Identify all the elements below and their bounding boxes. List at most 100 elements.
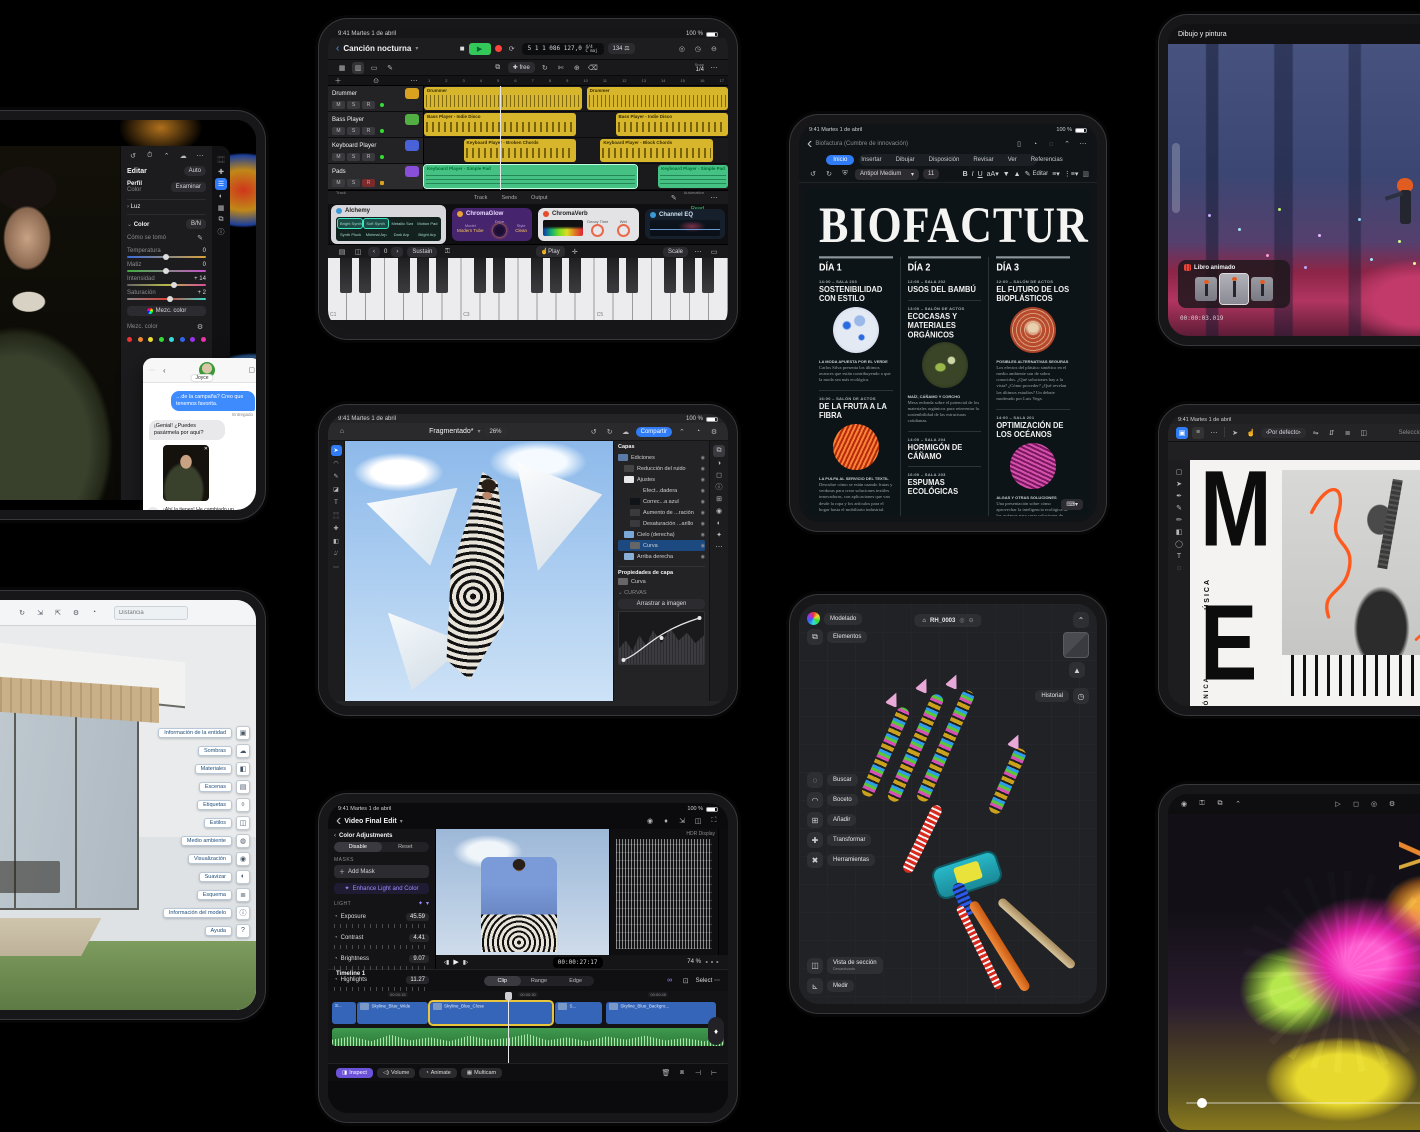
skip-fwd-icon[interactable]: ▮› — [463, 959, 468, 966]
back-icon[interactable]: ‹ — [336, 812, 341, 830]
panel-icon[interactable]: ⓘ — [236, 906, 250, 920]
slider-vibrance[interactable]: Intensidad+ 14 — [127, 276, 206, 286]
align-button[interactable]: ≡▾ — [1052, 170, 1060, 178]
share-icon[interactable]: ⌃ — [161, 150, 173, 162]
multicam-button[interactable]: ▦ Multicam — [461, 1068, 502, 1078]
preset-cycler[interactable]: ‹ Por defecto › — [1261, 428, 1306, 438]
layers-icon[interactable]: ≡ — [1192, 427, 1204, 439]
zoom-tool-icon[interactable]: ◌ — [1173, 562, 1185, 574]
pencil-tool-icon[interactable]: ✏ — [1173, 514, 1185, 526]
play-icon[interactable]: ▶ — [453, 958, 458, 966]
panel-button[interactable]: Sombras ☁ — [198, 744, 250, 758]
fill-tool-icon[interactable]: ◧ — [1173, 526, 1185, 538]
timeline-name[interactable]: Timeline 1 — [336, 971, 365, 977]
timeline-clip[interactable]: S... — [332, 1002, 356, 1024]
crop-tool-icon[interactable]: ⿴ — [331, 510, 342, 521]
pointer-tool-icon[interactable]: ➤ — [1229, 427, 1241, 439]
solo-button[interactable]: S — [347, 127, 360, 135]
timeline-clip[interactable]: Skyline_Blue_Wide — [357, 1002, 428, 1024]
panel-button[interactable]: Medio ambiente ◍ — [181, 834, 250, 848]
tuner-icon[interactable]: ◎ — [676, 43, 688, 55]
add-icon[interactable]: ⊞ — [713, 493, 725, 505]
panel-back-icon[interactable]: ‹ — [334, 833, 336, 839]
slider-saturation[interactable]: Saturación+ 2 — [127, 290, 206, 300]
ribbon-tab[interactable]: Referencias — [1024, 155, 1070, 165]
split-right-icon[interactable]: ⊢ — [708, 1067, 720, 1079]
poster-letter-m[interactable]: M — [1200, 468, 1268, 552]
octave-down-button[interactable]: ‹ — [368, 247, 380, 257]
solo-button[interactable]: S — [347, 153, 360, 161]
brush-tool-icon[interactable]: ✎ — [1173, 502, 1185, 514]
history-icon[interactable]: ⏱ — [144, 150, 156, 162]
piano-keyboard[interactable]: C1 C3 C5 — [328, 258, 728, 320]
browser-icon[interactable]: ▦ — [336, 62, 348, 74]
add-mask-button[interactable]: ＋ Add Mask — [334, 865, 429, 878]
plugin-chromaverb[interactable]: ChromaVerb Decay Time Wet — [538, 208, 639, 241]
add-attachment-button[interactable]: + — [147, 507, 159, 510]
tips-icon[interactable]: ◔ — [1029, 138, 1041, 150]
zoom-chip[interactable]: 26% — [485, 427, 507, 437]
eyedropper-tool-icon[interactable]: ⌰ — [331, 549, 342, 560]
search-icon[interactable]: ◌ — [1045, 138, 1057, 150]
automation-icon[interactable]: ✎ — [384, 62, 396, 74]
viewer[interactable] — [436, 829, 609, 955]
panel-icon[interactable]: ◫ — [236, 816, 250, 830]
back-icon[interactable]: ‹ — [336, 43, 339, 54]
panel-icon[interactable]: ◐ — [236, 870, 250, 884]
mute-button[interactable]: M — [332, 127, 345, 135]
fx-icon[interactable]: ✦ — [713, 529, 725, 541]
lcd-display[interactable]: 5 1 1 086 127,0 4/4 C maj — [522, 43, 604, 55]
edit-mode-tab[interactable]: Edge — [557, 976, 594, 986]
edit-mode-tab[interactable]: Clip — [484, 976, 521, 986]
view-cube[interactable] — [1063, 632, 1089, 658]
record-enable-button[interactable]: R — [362, 127, 375, 135]
region[interactable]: Bass Player - Indie Disco — [616, 113, 728, 136]
robotic-hand-model[interactable] — [839, 674, 1077, 964]
adjust-icon[interactable]: ◑ — [713, 457, 725, 469]
split-icon[interactable]: ◫ — [352, 246, 364, 258]
inspector-tabs[interactable]: TrackSendsOutput — [465, 194, 553, 202]
back-icon[interactable]: ‹ — [163, 366, 166, 375]
model-value[interactable]: Modern Tube — [457, 228, 484, 233]
document-pill[interactable]: ⌂ RH_0003 ◎ ⊖ — [914, 614, 981, 627]
edit-icon[interactable]: ☰ — [215, 178, 227, 190]
layers-icon[interactable]: ⧉ — [1214, 798, 1226, 810]
undo-icon[interactable]: ↺ — [807, 168, 819, 180]
ribbon-tab[interactable]: Dibujar — [889, 155, 922, 165]
ribbon-tab[interactable]: Revisar — [966, 155, 1000, 165]
panel-button[interactable]: Esquema ≣ — [197, 888, 250, 902]
plugin-alchemy[interactable]: Alchemy Bright SynthSoft SynthMetallic S… — [331, 205, 446, 244]
italic-button[interactable]: I — [972, 171, 974, 178]
scale-button[interactable]: Scale — [663, 247, 688, 257]
timeline-clip-selected[interactable]: Skyline_Blue_Close — [430, 1002, 552, 1024]
play-button[interactable]: ▶ — [469, 43, 491, 55]
settings-icon[interactable]: ⚙ — [708, 426, 720, 438]
track-header-pads[interactable]: Pads MSR — [328, 164, 424, 189]
boolean-icon[interactable]: ◫ — [1358, 427, 1370, 439]
record-icon[interactable]: ◉ — [1178, 798, 1190, 810]
eraser-tool-icon[interactable]: ◪ — [331, 484, 342, 495]
record-enable-button[interactable]: R — [362, 179, 375, 187]
add-track-icon[interactable]: ＋ — [332, 75, 344, 87]
song-title[interactable]: Canción nocturna — [343, 44, 411, 53]
timeline-playhead[interactable] — [508, 997, 509, 1063]
layer-row-selected[interactable]: Curva◉ — [618, 540, 705, 551]
trash-icon[interactable]: 🗑 — [660, 1067, 672, 1079]
panel-icon[interactable]: ▣ — [236, 726, 250, 740]
select-button[interactable]: Seleccionar — [1399, 430, 1420, 436]
project-title[interactable]: Video Final Edit — [344, 818, 396, 825]
highlight-button[interactable]: ▼ — [1003, 171, 1010, 178]
select-mode[interactable]: Select ⋯ — [696, 977, 720, 984]
settings-icon[interactable]: ⚙ — [194, 321, 206, 333]
project-menu-icon[interactable]: ▾ — [400, 818, 403, 825]
octave-up-button[interactable]: › — [391, 247, 403, 257]
minimize-icon[interactable]: ⊖ — [708, 43, 720, 55]
more-icon[interactable]: ⋯ — [708, 62, 720, 74]
alchemy-preset[interactable]: Dark Arp — [390, 230, 414, 239]
region[interactable]: Keyboard Player - Simple Pad — [424, 165, 637, 188]
eyedropper-icon[interactable]: ✎ — [194, 232, 206, 244]
edit-mode-tab[interactable]: Range — [521, 976, 558, 986]
drawing-canvas[interactable]: Libro animado 00:00:03.019 — [1168, 44, 1420, 336]
sync-icon[interactable]: ◎ — [959, 617, 964, 624]
settings-icon[interactable]: ⚙ — [70, 607, 82, 619]
